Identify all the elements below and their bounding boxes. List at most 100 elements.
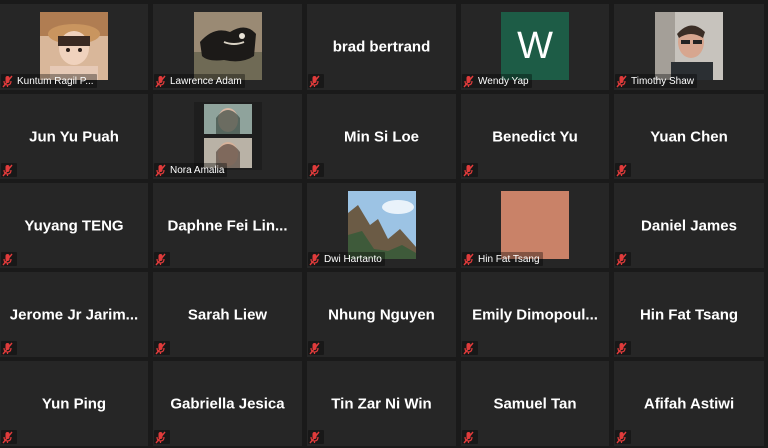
participant-label-bar <box>615 341 631 355</box>
muted-microphone-icon <box>462 75 475 88</box>
muted-microphone-icon <box>1 342 14 355</box>
participant-label-bar <box>615 252 631 266</box>
muted-microphone-icon <box>615 75 628 88</box>
participant-name: Timothy Shaw <box>631 75 694 87</box>
participant-name: Emily Dimopoul... <box>472 306 598 323</box>
participant-tile[interactable]: Tin Zar Ni Win <box>307 361 456 446</box>
participant-tile[interactable]: Nhung Nguyen <box>307 272 456 357</box>
participant-video <box>40 12 108 80</box>
participant-name: Yun Ping <box>41 395 107 412</box>
participant-tile[interactable]: Jun Yu Puah <box>0 94 148 179</box>
participant-tile[interactable]: Yuyang TENG <box>0 183 148 268</box>
muted-microphone-icon <box>1 253 14 266</box>
participant-video <box>193 12 262 80</box>
muted-microphone-icon <box>308 164 321 177</box>
participant-label-bar: Nora Amalia <box>154 163 228 177</box>
participant-name: Dwi Hartanto <box>324 253 382 265</box>
participant-name: Gabriella Jesica <box>170 395 285 412</box>
participant-tile[interactable]: Hin Fat Tsang <box>614 272 764 357</box>
muted-microphone-icon <box>462 342 475 355</box>
participant-label-bar: Lawrence Adam <box>154 74 245 88</box>
participant-name: Sarah Liew <box>187 306 268 323</box>
participant-label-bar: Dwi Hartanto <box>308 252 385 266</box>
muted-microphone-icon <box>154 164 167 177</box>
participant-video <box>655 12 723 80</box>
participant-label-bar <box>462 341 478 355</box>
participant-tile[interactable]: Yuan Chen <box>614 94 764 179</box>
participant-name: Nhung Nguyen <box>328 306 435 323</box>
participant-name: Wendy Yap <box>478 75 529 87</box>
participant-name: Samuel Tan <box>493 395 577 412</box>
participant-tile[interactable]: Afifah Astiwi <box>614 361 764 446</box>
participant-name: Nora Amalia <box>170 164 225 176</box>
participant-label-bar <box>154 430 170 444</box>
participant-name: Hin Fat Tsang <box>639 306 739 323</box>
muted-microphone-icon <box>462 431 475 444</box>
participant-tile[interactable]: Emily Dimopoul... <box>461 272 609 357</box>
participant-name: Tin Zar Ni Win <box>331 395 432 412</box>
participant-label-bar <box>615 163 631 177</box>
participant-label-bar <box>154 341 170 355</box>
participant-tile[interactable]: Yun Ping <box>0 361 148 446</box>
muted-microphone-icon <box>1 431 14 444</box>
participant-label-bar <box>462 430 478 444</box>
participant-label-bar <box>1 252 17 266</box>
participant-label-bar <box>308 430 324 444</box>
participant-tile[interactable]: W Wendy Yap <box>461 4 609 90</box>
muted-microphone-icon <box>615 253 628 266</box>
participant-label-bar: Timothy Shaw <box>615 74 697 88</box>
participant-tile[interactable]: Sarah Liew <box>153 272 302 357</box>
participant-name: Daphne Fei Lin... <box>167 217 288 234</box>
participant-video <box>193 102 262 170</box>
participant-video: W <box>501 12 569 80</box>
muted-microphone-icon <box>615 342 628 355</box>
participant-label-bar: Hin Fat Tsang <box>462 252 543 266</box>
participant-tile[interactable]: Jerome Jr Jarim... <box>0 272 148 357</box>
muted-microphone-icon <box>154 431 167 444</box>
participant-tile[interactable]: Dwi Hartanto <box>307 183 456 268</box>
muted-microphone-icon <box>308 431 321 444</box>
participant-tile[interactable]: Samuel Tan <box>461 361 609 446</box>
participant-video <box>501 191 569 259</box>
participant-tile[interactable]: Hin Fat Tsang <box>461 183 609 268</box>
muted-microphone-icon <box>1 164 14 177</box>
participant-label-bar: Kuntum Ragil P... <box>1 74 97 88</box>
participant-label-bar <box>1 430 17 444</box>
participant-label-bar <box>462 163 478 177</box>
participant-name: Afifah Astiwi <box>643 395 735 412</box>
muted-microphone-icon <box>154 253 167 266</box>
participant-tile[interactable]: Benedict Yu <box>461 94 609 179</box>
muted-microphone-icon <box>462 164 475 177</box>
participant-label-bar <box>308 163 324 177</box>
participant-label-bar <box>308 74 324 88</box>
participant-name: Yuyang TENG <box>24 217 124 234</box>
participant-tile[interactable]: Kuntum Ragil P... <box>0 4 148 90</box>
participant-name: Min Si Loe <box>344 128 419 145</box>
participant-name: Hin Fat Tsang <box>478 253 540 265</box>
participant-tile[interactable]: Lawrence Adam <box>153 4 302 90</box>
participant-tile[interactable]: Nora Amalia <box>153 94 302 179</box>
participant-name: Kuntum Ragil P... <box>17 75 94 87</box>
participant-name: Benedict Yu <box>492 128 578 145</box>
participant-tile[interactable]: Daniel James <box>614 183 764 268</box>
participant-tile[interactable]: Timothy Shaw <box>614 4 764 90</box>
avatar-initial: W <box>517 24 553 67</box>
participant-tile[interactable]: Daphne Fei Lin... <box>153 183 302 268</box>
participant-tile[interactable]: Gabriella Jesica <box>153 361 302 446</box>
muted-microphone-icon <box>154 342 167 355</box>
muted-microphone-icon <box>615 164 628 177</box>
participant-name: Daniel James <box>641 217 737 234</box>
participant-name: Lawrence Adam <box>170 75 242 87</box>
participant-tile[interactable]: Min Si Loe <box>307 94 456 179</box>
participant-grid: Kuntum Ragil P... Lawrence Adam brad bertr… <box>0 0 768 448</box>
participant-label-bar <box>1 341 17 355</box>
muted-microphone-icon <box>462 253 475 266</box>
participant-label-bar <box>154 252 170 266</box>
participant-label-bar <box>615 430 631 444</box>
muted-microphone-icon <box>615 431 628 444</box>
participant-label-bar <box>308 341 324 355</box>
participant-tile[interactable]: brad bertrand <box>307 4 456 90</box>
muted-microphone-icon <box>308 253 321 266</box>
participant-label-bar: Wendy Yap <box>462 74 532 88</box>
participant-name: Jerome Jr Jarim... <box>9 306 139 323</box>
